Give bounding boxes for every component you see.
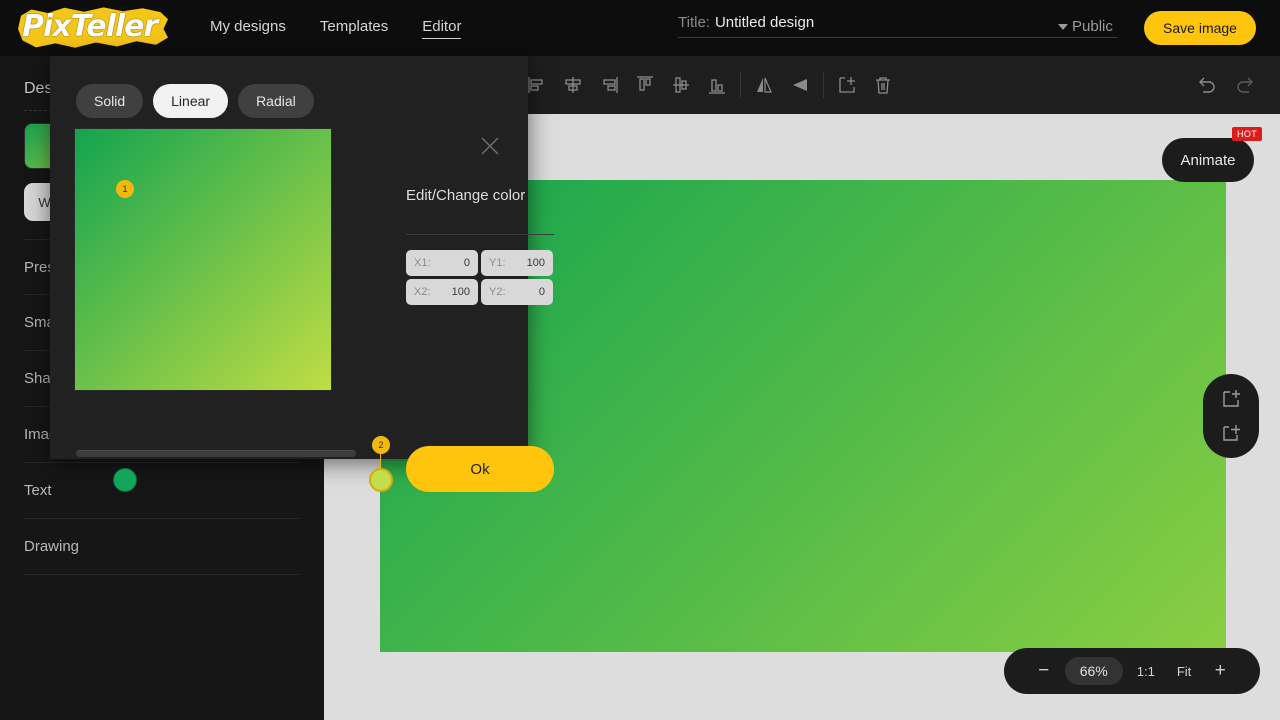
- tab-solid[interactable]: Solid: [76, 84, 144, 118]
- flip-icon-group: [753, 74, 811, 96]
- flip-vertical-icon[interactable]: [789, 74, 811, 96]
- sidebar-item-text[interactable]: Text: [24, 463, 300, 519]
- x2-label: X2:: [414, 286, 431, 298]
- design-title-row[interactable]: Title: Untitled design: [678, 14, 1118, 31]
- design-title-block: Title: Untitled design: [678, 14, 1118, 38]
- edit-change-color-title: Edit/Change color: [406, 187, 526, 204]
- ok-button[interactable]: Ok: [406, 446, 554, 492]
- visibility-dropdown[interactable]: Public: [1058, 18, 1113, 35]
- x2-field[interactable]: X2: 100: [406, 279, 478, 305]
- y1-value: 100: [526, 257, 545, 269]
- gradient-color-modal: Solid Linear Radial 1 2 Edit/Change colo…: [50, 56, 554, 492]
- align-left-icon[interactable]: [526, 74, 548, 96]
- redo-icon[interactable]: [1234, 74, 1256, 96]
- gradient-stop-badge-1[interactable]: 1: [116, 180, 134, 198]
- design-title-underline: [678, 37, 1118, 38]
- x1-label: X1:: [414, 257, 431, 269]
- duplicate-icon[interactable]: [836, 74, 858, 96]
- history-group: [1196, 74, 1256, 96]
- gradient-stop-track[interactable]: [76, 450, 356, 457]
- align-center-horizontal-icon[interactable]: [562, 74, 584, 96]
- x1-value: 0: [463, 257, 470, 269]
- align-middle-vertical-icon[interactable]: [670, 74, 692, 96]
- y1-field[interactable]: Y1: 100: [481, 250, 553, 276]
- undo-icon[interactable]: [1196, 74, 1218, 96]
- gradient-stop-handle-2[interactable]: [369, 468, 393, 492]
- x1-field[interactable]: X1: 0: [406, 250, 478, 276]
- layer-action-panel: [1203, 374, 1259, 458]
- y2-field[interactable]: Y2: 0: [481, 279, 553, 305]
- pixteller-logo[interactable]: PixTeller: [18, 4, 170, 52]
- coord-row-1: X1: 0 Y1: 100: [406, 250, 554, 276]
- close-icon[interactable]: [478, 134, 502, 158]
- gradient-preview[interactable]: [74, 128, 332, 391]
- y2-value: 0: [538, 286, 545, 298]
- tab-radial[interactable]: Radial: [238, 84, 314, 118]
- animate-button[interactable]: Animate: [1162, 138, 1254, 182]
- flip-horizontal-icon[interactable]: [753, 74, 775, 96]
- zoom-actual-size-button[interactable]: 1:1: [1129, 664, 1163, 679]
- edit-title-divider: [406, 234, 554, 235]
- chevron-down-icon: [1058, 23, 1068, 30]
- delete-icon[interactable]: [872, 74, 894, 96]
- align-top-icon[interactable]: [634, 74, 656, 96]
- logo-text: PixTeller: [22, 9, 158, 44]
- object-action-group: [836, 74, 894, 96]
- toolbar-divider-3: [739, 72, 741, 98]
- align-icon-group: [526, 74, 728, 96]
- x2-value: 100: [451, 286, 470, 298]
- design-title-input[interactable]: Untitled design: [715, 14, 814, 31]
- gradient-coordinates: X1: 0 Y1: 100 X2: 100 Y2: 0: [406, 250, 554, 308]
- align-bottom-icon[interactable]: [706, 74, 728, 96]
- tab-linear[interactable]: Linear: [153, 84, 229, 118]
- y2-label: Y2:: [489, 286, 506, 298]
- align-right-icon[interactable]: [598, 74, 620, 96]
- zoom-percent-value[interactable]: 66%: [1064, 657, 1123, 685]
- top-navigation-bar: PixTeller My designs Templates Editor Ti…: [0, 0, 1280, 56]
- sidebar-item-drawing[interactable]: Drawing: [24, 519, 300, 575]
- nav-link-my-designs[interactable]: My designs: [210, 18, 286, 39]
- save-image-button[interactable]: Save image: [1144, 11, 1256, 45]
- zoom-out-button[interactable]: −: [1029, 656, 1059, 686]
- nav-link-templates[interactable]: Templates: [320, 18, 388, 39]
- gradient-stop-badge-2[interactable]: 2: [372, 436, 390, 454]
- nav-links: My designs Templates Editor: [210, 18, 462, 39]
- hot-badge: HOT: [1232, 127, 1263, 141]
- visibility-label: Public: [1072, 18, 1113, 35]
- gradient-mode-tabs: Solid Linear Radial: [76, 84, 314, 118]
- y1-label: Y1:: [489, 257, 506, 269]
- nav-link-editor[interactable]: Editor: [422, 18, 462, 39]
- gradient-stop-handle-1[interactable]: [113, 468, 137, 492]
- editor-app: PixTeller My designs Templates Editor Ti…: [0, 0, 1280, 720]
- add-page-icon[interactable]: [1219, 421, 1243, 445]
- toolbar-divider-4: [822, 72, 824, 98]
- zoom-fit-button[interactable]: Fit: [1169, 664, 1199, 679]
- coord-row-2: X2: 100 Y2: 0: [406, 279, 554, 305]
- zoom-in-button[interactable]: +: [1205, 656, 1235, 686]
- design-title-label: Title:: [678, 14, 710, 31]
- add-layer-icon[interactable]: [1219, 387, 1243, 411]
- zoom-control-bar: − 66% 1:1 Fit +: [1004, 648, 1260, 694]
